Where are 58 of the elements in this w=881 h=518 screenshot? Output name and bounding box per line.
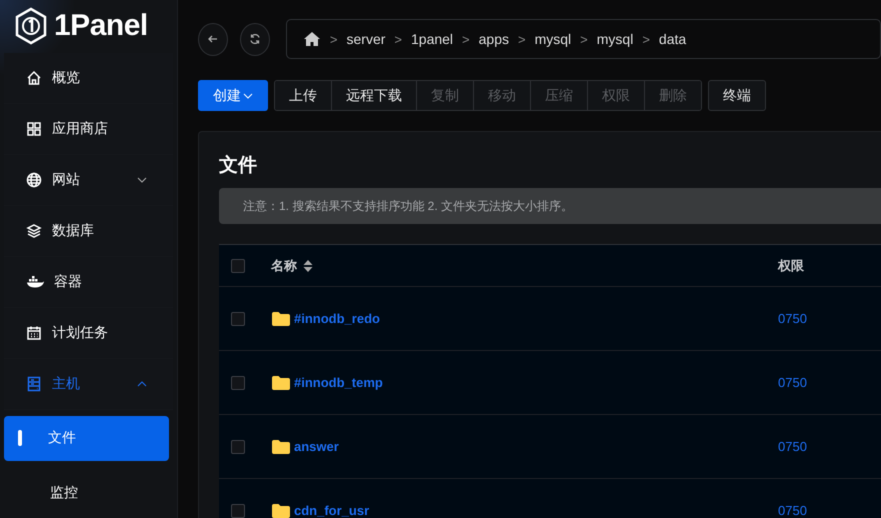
grid-icon xyxy=(26,120,42,137)
breadcrumb-separator: > xyxy=(394,32,402,46)
breadcrumb-separator: > xyxy=(580,32,588,46)
calendar-icon xyxy=(26,324,42,341)
chevron-icon xyxy=(243,92,253,98)
checkbox[interactable] xyxy=(231,504,245,518)
column-header: 权限 xyxy=(778,256,805,274)
home-icon xyxy=(26,70,42,86)
permission-link[interactable]: 0750 xyxy=(778,439,881,454)
submenu-item[interactable]: 监控 xyxy=(4,467,173,518)
terminal-button[interactable]: 终端 xyxy=(708,80,766,111)
file-link[interactable]: answer xyxy=(294,439,339,454)
toolbar-button[interactable]: 远程下载 xyxy=(331,81,416,110)
folder-icon xyxy=(271,502,291,518)
breadcrumb-link[interactable]: data xyxy=(658,31,686,47)
server-icon xyxy=(26,376,42,392)
breadcrumb-link[interactable]: 1panel xyxy=(411,31,454,47)
breadcrumb-link[interactable]: server xyxy=(346,31,386,47)
folder-icon xyxy=(271,438,291,454)
card-title: 文件 xyxy=(219,154,258,178)
refresh-icon xyxy=(248,33,261,45)
arrow-left-icon xyxy=(206,33,219,45)
checkbox[interactable] xyxy=(231,376,245,390)
file-link[interactable]: #innodb_redo xyxy=(294,311,380,326)
breadcrumb-link[interactable]: mysql xyxy=(596,31,634,47)
back-button[interactable] xyxy=(198,22,228,56)
breadcrumb-link[interactable]: mysql xyxy=(534,31,572,47)
file-link[interactable]: cdn_for_usr xyxy=(294,503,370,518)
submenu-item[interactable]: 文件 xyxy=(4,416,169,462)
checkbox[interactable] xyxy=(231,258,245,272)
file-link[interactable]: #innodb_temp xyxy=(294,375,383,390)
sidebar-item[interactable]: 概览 xyxy=(4,52,173,104)
checkbox[interactable] xyxy=(231,440,245,454)
layers-icon xyxy=(26,222,42,239)
whale-icon xyxy=(26,274,44,290)
breadcrumb-link[interactable]: apps xyxy=(478,31,509,47)
chevron-icon xyxy=(137,380,147,387)
breadcrumb-separator: > xyxy=(462,32,470,46)
breadcrumb-separator: > xyxy=(642,32,650,46)
folder-icon xyxy=(271,310,291,326)
sort-icon xyxy=(303,260,313,272)
checkbox[interactable] xyxy=(231,312,245,326)
breadcrumb-separator: > xyxy=(330,32,338,46)
home-icon[interactable] xyxy=(302,31,321,47)
logo-text: 1Panel xyxy=(54,9,148,44)
permission-link[interactable]: 0750 xyxy=(778,311,881,326)
folder-icon xyxy=(271,374,291,390)
refresh-button[interactable] xyxy=(240,22,270,56)
toolbar-button[interactable]: 上传 xyxy=(275,81,331,110)
permission-link[interactable]: 0750 xyxy=(778,375,881,390)
permission-link[interactable]: 0750 xyxy=(778,503,881,518)
breadcrumb-separator: > xyxy=(518,32,526,46)
notice-text: 注意：1. 搜索结果不支持排序功能 2. 文件夹无法按大小排序。 xyxy=(219,188,881,224)
column-header[interactable]: 名称 xyxy=(271,256,778,274)
create-button[interactable]: 创建 xyxy=(198,80,268,111)
logo-icon xyxy=(14,7,48,46)
globe-icon xyxy=(26,172,42,188)
chevron-icon xyxy=(137,176,147,183)
